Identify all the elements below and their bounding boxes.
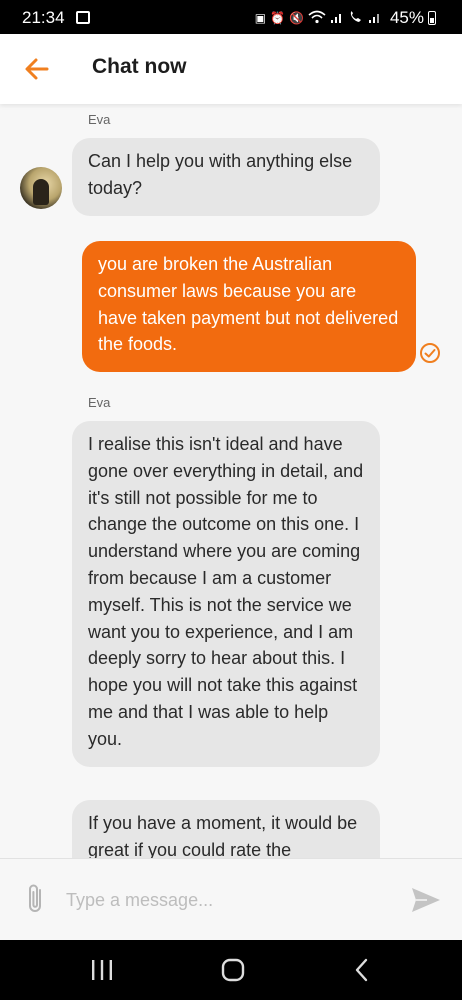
message-input[interactable]	[66, 881, 386, 919]
message-bubble-agent: Can I help you with anything else today?	[72, 138, 380, 216]
battery-percent: 45%	[389, 8, 424, 27]
image-icon	[76, 11, 90, 24]
wifi-icon	[308, 10, 326, 27]
avatar	[20, 167, 62, 209]
home-icon[interactable]	[220, 957, 246, 983]
message-bubble-agent: If you have a moment, it would be great …	[72, 800, 380, 858]
page-title: Chat now	[92, 55, 187, 78]
message-composer	[0, 858, 462, 940]
arrow-left-icon	[25, 58, 49, 80]
send-button[interactable]	[410, 885, 442, 915]
volte-icon	[348, 10, 364, 27]
signal-icon	[368, 10, 382, 27]
check-circle-icon	[420, 343, 440, 363]
status-time: 21:34	[22, 8, 65, 27]
back-icon[interactable]	[352, 957, 372, 983]
message-bubble-agent: I realise this isn't ideal and have gone…	[72, 421, 380, 767]
recents-icon[interactable]	[89, 958, 115, 982]
app-header: Chat now	[0, 34, 462, 104]
chat-thread[interactable]: Eva Can I help you with anything else to…	[0, 104, 462, 858]
back-button[interactable]	[22, 54, 52, 84]
status-bar: 21:34 ▣ ⏰ 🔇 45%	[0, 0, 462, 34]
signal-icon	[330, 10, 344, 27]
system-nav-bar	[0, 940, 462, 1000]
paperclip-icon	[29, 884, 41, 912]
status-icons: ▣ ⏰ 🔇 45%	[255, 8, 436, 28]
alarm-icon: ⏰	[270, 11, 286, 25]
message-bubble-user: you are broken the Australian consumer l…	[82, 241, 416, 373]
send-icon	[412, 888, 440, 912]
sender-name: Eva	[88, 112, 111, 127]
battery-icon	[428, 11, 436, 25]
mute-icon: 🔇	[289, 11, 304, 25]
sender-name: Eva	[88, 395, 111, 410]
battery-saver-icon: ▣	[254, 11, 267, 25]
attach-button[interactable]	[22, 881, 50, 917]
